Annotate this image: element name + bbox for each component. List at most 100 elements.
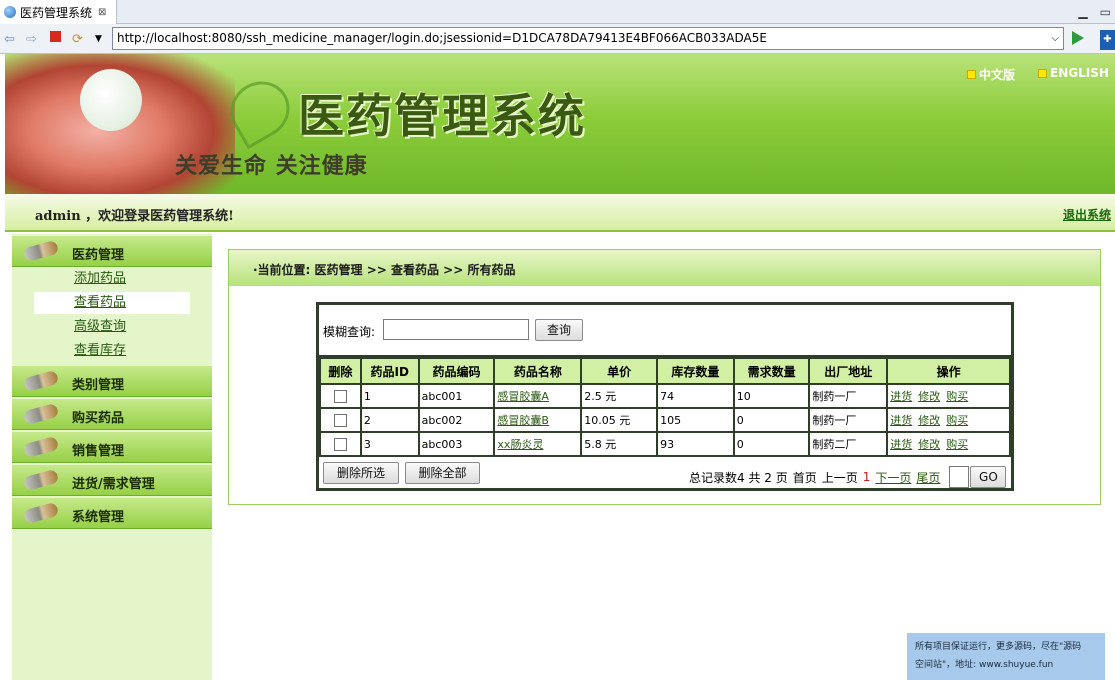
browser-tab-bar: 医药管理系统 ⊠ ▁ ▭ — [0, 0, 1115, 24]
cell-ops: 进货 修改 购买 — [886, 383, 1011, 409]
sidebar-group-system[interactable]: 系统管理 — [12, 498, 212, 529]
cell-demand: 10 — [732, 383, 811, 409]
capsule-icon — [22, 402, 60, 426]
go-button[interactable]: GO — [970, 466, 1007, 488]
cell-name-cell: 感冒胶囊B — [493, 407, 583, 433]
cell-id: 3 — [359, 431, 420, 457]
maximize-icon[interactable]: ▭ — [1100, 5, 1111, 19]
tab-title: 医药管理系统 — [20, 5, 93, 20]
lang-chinese-link[interactable]: 中文版 — [967, 66, 1015, 83]
cell-name-cell: 感冒胶囊A — [493, 383, 583, 409]
source-watermark: 所有项目保证运行，更多源码，尽在"源码 空间站"，地址: www.shuyue.… — [907, 633, 1105, 680]
main-panel: ·当前位置: 医药管理 >> 查看药品 >> 所有药品 模糊查询: 查询 删除 … — [228, 249, 1101, 505]
medicine-name-link[interactable]: xx肠炎灵 — [497, 438, 543, 451]
cell-code: abc003 — [417, 431, 496, 457]
minimize-icon[interactable]: ▁ — [1078, 5, 1087, 19]
capsule-icon — [22, 369, 60, 393]
sidebar-item-add-medicine[interactable]: 添加药品 — [34, 268, 190, 290]
globe-icon — [4, 6, 16, 18]
address-bar[interactable]: http://localhost:8080/ssh_medicine_manag… — [112, 27, 1064, 50]
stock-in-link[interactable]: 进货 — [890, 388, 912, 404]
cell-demand: 0 — [732, 431, 811, 457]
go-icon[interactable] — [1072, 31, 1084, 45]
pager-first: 首页 — [792, 470, 817, 485]
lang-english-link[interactable]: ENGLISH — [1038, 66, 1109, 80]
watermark-line-1: 所有项目保证运行，更多源码，尽在"源码 — [915, 642, 1082, 652]
panel-header: ·当前位置: 医药管理 >> 查看药品 >> 所有药品 — [229, 250, 1100, 286]
medicine-name-link[interactable]: 感冒胶囊B — [497, 414, 549, 427]
table-row: 1 abc001 感冒胶囊A 2.5 元 74 10 制药一厂 进货 修改 购买 — [319, 383, 1011, 409]
forward-icon[interactable]: ⇨ — [26, 32, 37, 47]
sidebar: 医药管理 添加药品 查看药品 高级查询 查看库存 类别管理 购买药品 销售管理 … — [12, 234, 212, 680]
back-icon[interactable]: ⇦ — [4, 32, 15, 47]
pill-image — [80, 69, 142, 131]
cell-ops: 进货 修改 购买 — [886, 431, 1011, 457]
cell-address: 制药一厂 — [808, 383, 889, 409]
tab-close-icon[interactable]: ⊠ — [98, 7, 106, 18]
pager-next-link[interactable]: 下一页 — [875, 469, 911, 486]
refresh-icon[interactable]: ⟳ — [72, 32, 83, 47]
sidebar-group-purchase[interactable]: 购买药品 — [12, 399, 212, 430]
delete-selected-button[interactable]: 删除所选 — [323, 462, 399, 484]
watermark-line-2: 空间站"，地址: www.shuyue.fun — [915, 660, 1054, 670]
chevron-down-icon[interactable]: ⌵ — [1051, 28, 1059, 49]
edit-link[interactable]: 修改 — [918, 412, 940, 428]
logout-link[interactable]: 退出系统 — [1063, 206, 1111, 223]
stock-in-link[interactable]: 进货 — [890, 412, 912, 428]
cell-price: 5.8 元 — [580, 431, 659, 457]
row-checkbox-cell — [319, 431, 362, 457]
sidebar-group-sales[interactable]: 销售管理 — [12, 432, 212, 463]
col-header-stock: 库存数量 — [656, 357, 735, 385]
row-checkbox[interactable] — [333, 389, 347, 403]
delete-all-button[interactable]: 删除全部 — [405, 462, 480, 484]
sidebar-group-medicine[interactable]: 医药管理 — [12, 236, 212, 267]
cell-demand: 0 — [732, 407, 811, 433]
edit-link[interactable]: 修改 — [918, 388, 940, 404]
col-header-id: 药品ID — [359, 357, 420, 385]
page-number-input[interactable] — [949, 466, 970, 488]
row-checkbox[interactable] — [333, 413, 347, 427]
search-label: 模糊查询: — [323, 325, 376, 339]
panel-body: 模糊查询: 查询 删除 药品ID 药品编码 药品名称 单价 库存数量 需求数量 … — [229, 286, 1100, 504]
buy-link[interactable]: 购买 — [946, 436, 968, 452]
breadcrumb: ·当前位置: 医药管理 >> 查看药品 >> 所有药品 — [253, 263, 516, 277]
buy-link[interactable]: 购买 — [946, 388, 968, 404]
capsule-icon — [22, 435, 60, 459]
pager-row: 删除所选 删除全部 总记录数4 共 2 页 首页 上一页 1 下一页 尾页 GO — [319, 459, 1011, 488]
buy-link[interactable]: 购买 — [946, 412, 968, 428]
medicine-table: 删除 药品ID 药品编码 药品名称 单价 库存数量 需求数量 出厂地址 操作 1… — [319, 357, 1011, 457]
cell-code: abc002 — [417, 407, 496, 433]
table-header-row: 删除 药品ID 药品编码 药品名称 单价 库存数量 需求数量 出厂地址 操作 — [319, 357, 1011, 385]
search-input[interactable] — [383, 319, 529, 340]
row-checkbox[interactable] — [333, 437, 347, 451]
header-banner: 医药管理系统 关爱生命 关注健康 中文版 ENGLISH — [5, 54, 1115, 194]
cell-ops: 进货 修改 购买 — [886, 407, 1011, 433]
pager: 总记录数4 共 2 页 首页 上一页 1 下一页 尾页 GO — [689, 466, 1007, 488]
stock-in-link[interactable]: 进货 — [890, 436, 912, 452]
stop-icon[interactable] — [50, 31, 61, 42]
col-header-delete: 删除 — [319, 357, 362, 385]
pager-last-link[interactable]: 尾页 — [916, 469, 940, 486]
sidebar-item-view-stock[interactable]: 查看库存 — [34, 340, 190, 362]
cell-price: 2.5 元 — [580, 383, 659, 409]
sidebar-group-category[interactable]: 类别管理 — [12, 366, 212, 397]
medicine-name-link[interactable]: 感冒胶囊A — [497, 390, 549, 403]
edit-link[interactable]: 修改 — [918, 436, 940, 452]
row-checkbox-cell — [319, 407, 362, 433]
cell-address: 制药一厂 — [808, 407, 889, 433]
sidebar-item-advanced-search[interactable]: 高级查询 — [34, 316, 190, 338]
history-dropdown-icon[interactable]: ▼ — [95, 34, 102, 44]
cell-stock: 93 — [656, 431, 735, 457]
url-text: http://localhost:8080/ssh_medicine_manag… — [117, 31, 767, 45]
col-header-code: 药品编码 — [417, 357, 496, 385]
cell-stock: 74 — [656, 383, 735, 409]
cell-code: abc001 — [417, 383, 496, 409]
sidebar-item-view-medicine[interactable]: 查看药品 — [34, 292, 190, 314]
sidebar-group-stockin-demand[interactable]: 进货/需求管理 — [12, 465, 212, 496]
capsule-icon — [22, 468, 60, 492]
capsule-icon — [22, 501, 60, 525]
browser-tab[interactable]: 医药管理系统 ⊠ — [0, 0, 117, 24]
extension-icon[interactable]: ✚ — [1100, 30, 1115, 50]
system-title: 医药管理系统 — [298, 89, 586, 143]
search-button[interactable]: 查询 — [535, 319, 583, 341]
